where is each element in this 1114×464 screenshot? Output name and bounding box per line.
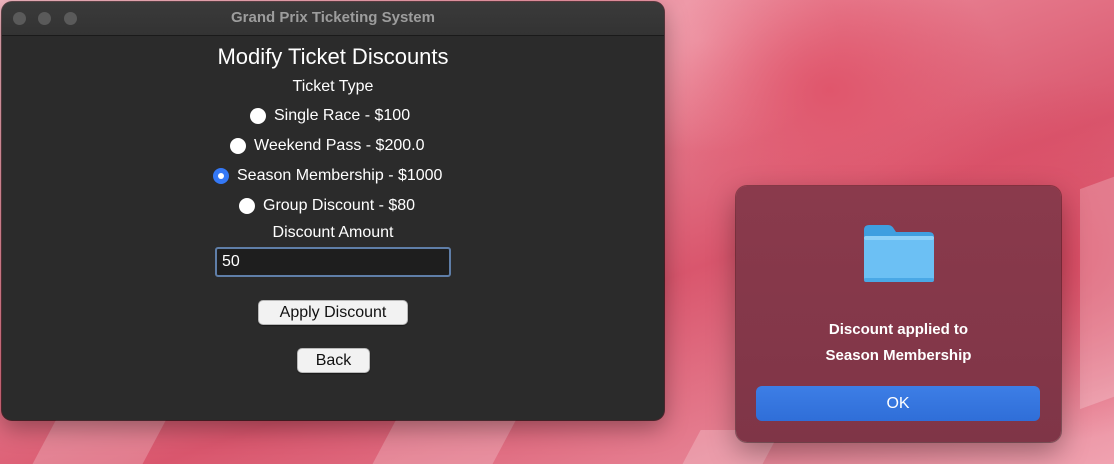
apply-discount-button[interactable]: Apply Discount xyxy=(258,300,408,325)
app-window: Grand Prix Ticketing System Modify Ticke… xyxy=(2,2,664,420)
title-bar: Grand Prix Ticketing System xyxy=(2,2,664,36)
wallpaper-stripe xyxy=(24,420,166,464)
radio-label: Weekend Pass - $200.0 xyxy=(254,137,425,154)
radio-label: Group Discount - $80 xyxy=(263,197,416,214)
back-button[interactable]: Back xyxy=(297,348,370,373)
discount-amount-input[interactable] xyxy=(215,247,451,277)
radio-label: Season Membership - $1000 xyxy=(237,167,443,184)
desktop: Grand Prix Ticketing System Modify Ticke… xyxy=(0,0,1114,464)
alert-message-line: Discount applied to xyxy=(828,321,969,338)
radio-button[interactable] xyxy=(239,198,255,214)
radio-label: Single Race - $100 xyxy=(274,107,411,124)
radio-season-membership[interactable]: Season Membership - $1000 xyxy=(213,166,442,186)
discount-amount-label: Discount Amount xyxy=(272,224,394,241)
alert-message: Discount applied to Season Membership xyxy=(736,317,1061,369)
wallpaper-stripe xyxy=(364,420,516,464)
radio-button[interactable] xyxy=(230,138,246,154)
radio-single-race[interactable]: Single Race - $100 xyxy=(250,106,410,126)
radio-button[interactable] xyxy=(250,108,266,124)
ok-button[interactable]: OK xyxy=(756,386,1040,421)
radio-group-discount[interactable]: Group Discount - $80 xyxy=(239,196,415,216)
folder-icon xyxy=(864,225,934,282)
alert-message-line: Season Membership xyxy=(825,347,972,364)
window-title: Grand Prix Ticketing System xyxy=(231,9,435,26)
ticket-type-label: Ticket Type xyxy=(292,78,374,95)
page-title: Modify Ticket Discounts xyxy=(217,44,449,69)
radio-weekend-pass[interactable]: Weekend Pass - $200.0 xyxy=(230,136,424,156)
discount-form: Modify Ticket Discounts Ticket Type Sing… xyxy=(2,36,664,420)
radio-button-selected[interactable] xyxy=(213,168,229,184)
alert-dialog: Discount applied to Season Membership OK xyxy=(736,186,1061,442)
wallpaper-stripe xyxy=(1080,170,1114,410)
